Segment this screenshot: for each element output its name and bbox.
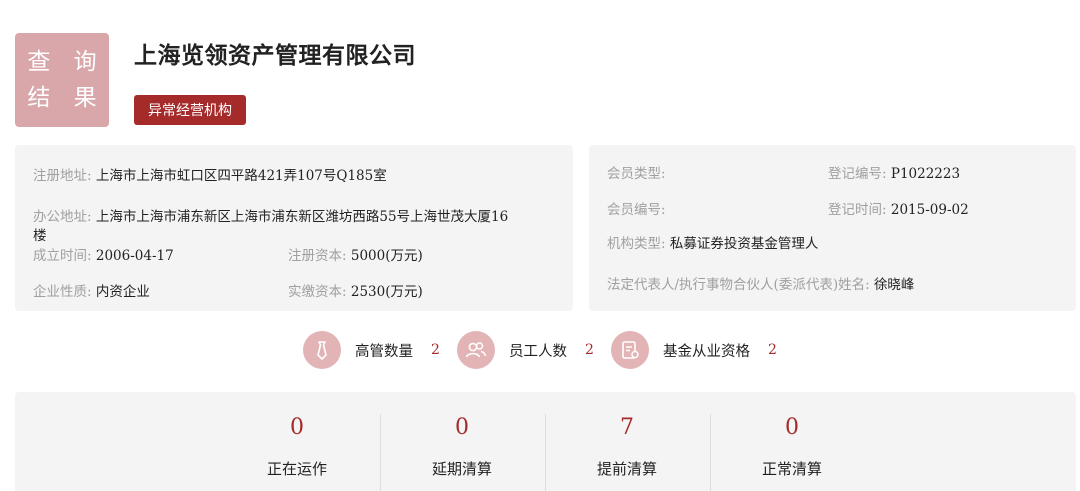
stat-executives-label: 高管数量 bbox=[355, 343, 413, 360]
fund-count-early-value: 7 bbox=[620, 415, 634, 440]
registered-capital-value: 5000(万元) bbox=[350, 248, 423, 264]
enterprise-nature-value: 内资企业 bbox=[95, 284, 150, 300]
fund-status-panel: 0 正在运作 0 延期清算 7 提前清算 0 正常清算 bbox=[15, 392, 1076, 491]
registration-number: 登记编号: P1022223 bbox=[828, 165, 960, 184]
staff-stats-row: 高管数量 2 员工人数 2 基金从业资格 2 bbox=[0, 331, 1080, 371]
registration-date-label: 登记时间: bbox=[828, 202, 887, 218]
company-name: 上海览领资产管理有限公司 bbox=[134, 42, 416, 69]
founded-date-value: 2006-04-17 bbox=[95, 248, 174, 264]
enterprise-nature: 企业性质: 内资企业 bbox=[33, 283, 150, 302]
organization-type-label: 机构类型: bbox=[607, 236, 666, 252]
founded-date: 成立时间: 2006-04-17 bbox=[33, 247, 174, 266]
member-number: 会员编号: bbox=[607, 201, 666, 220]
registration-date: 登记时间: 2015-09-02 bbox=[828, 201, 969, 220]
fund-count-early-label: 提前清算 bbox=[596, 460, 657, 478]
founded-date-label: 成立时间: bbox=[33, 248, 92, 264]
fund-count-normal-label: 正常清算 bbox=[761, 460, 822, 478]
paid-in-capital: 实缴资本: 2530(万元) bbox=[288, 283, 423, 302]
stat-employees-label: 员工人数 bbox=[509, 343, 567, 360]
stat-executives-value: 2 bbox=[431, 342, 440, 358]
registered-capital: 注册资本: 5000(万元) bbox=[288, 247, 423, 266]
organization-type-value: 私募证券投资基金管理人 bbox=[669, 236, 819, 252]
fund-count-operating[interactable]: 0 正在运作 bbox=[215, 414, 379, 479]
registration-number-value: P1022223 bbox=[890, 166, 961, 182]
office-address-value-line1: 上海市上海市浦东新区上海市浦东新区潍坊西路55号上海世茂大厦16 bbox=[95, 209, 509, 225]
tie-icon bbox=[303, 331, 341, 369]
fund-count-early[interactable]: 7 提前清算 bbox=[545, 414, 709, 479]
stat-employees[interactable]: 员工人数 2 bbox=[457, 331, 594, 369]
fund-count-delayed[interactable]: 0 延期清算 bbox=[380, 414, 544, 479]
office-address-value-line2: 楼 bbox=[33, 228, 47, 244]
stat-fund-qualification[interactable]: 基金从业资格 2 bbox=[611, 331, 777, 369]
registered-address: 注册地址: 上海市上海市虹口区四平路421弄107号Q185室 bbox=[33, 167, 387, 186]
registered-address-value: 上海市上海市虹口区四平路421弄107号Q185室 bbox=[95, 168, 387, 184]
fund-count-operating-value: 0 bbox=[290, 415, 304, 440]
registration-date-value: 2015-09-02 bbox=[890, 202, 969, 218]
people-icon bbox=[457, 331, 495, 369]
member-number-label: 会员编号: bbox=[607, 202, 666, 218]
enterprise-nature-label: 企业性质: bbox=[33, 284, 92, 300]
member-type-label: 会员类型: bbox=[607, 166, 666, 182]
stat-fund-qualification-value: 2 bbox=[768, 342, 777, 358]
paid-in-capital-value: 2530(万元) bbox=[350, 284, 423, 300]
company-info-panel: 注册地址: 上海市上海市虹口区四平路421弄107号Q185室 办公地址: 上海… bbox=[15, 145, 573, 311]
office-address: 办公地址: 上海市上海市浦东新区上海市浦东新区潍坊西路55号上海世茂大厦16 楼 bbox=[33, 208, 563, 246]
certificate-icon bbox=[611, 331, 649, 369]
registered-capital-label: 注册资本: bbox=[288, 248, 347, 264]
fund-count-delayed-label: 延期清算 bbox=[431, 460, 492, 478]
legal-representative-value: 徐晓峰 bbox=[873, 277, 915, 293]
fund-count-normal-value: 0 bbox=[785, 415, 799, 440]
registered-address-label: 注册地址: bbox=[33, 168, 92, 184]
fund-count-operating-label: 正在运作 bbox=[266, 460, 327, 478]
fund-count-normal[interactable]: 0 正常清算 bbox=[710, 414, 874, 479]
badge-line-1: 查 询 bbox=[27, 49, 105, 75]
badge-line-2: 结 果 bbox=[27, 85, 105, 111]
legal-representative-label: 法定代表人/执行事物合伙人(委派代表)姓名: bbox=[607, 277, 870, 293]
office-address-label: 办公地址: bbox=[33, 209, 92, 225]
stat-executives[interactable]: 高管数量 2 bbox=[303, 331, 440, 369]
fund-count-delayed-value: 0 bbox=[455, 415, 469, 440]
legal-representative: 法定代表人/执行事物合伙人(委派代表)姓名: 徐晓峰 bbox=[607, 276, 914, 295]
registration-number-label: 登记编号: bbox=[828, 166, 887, 182]
stat-employees-value: 2 bbox=[585, 342, 594, 358]
abnormal-status-tag: 异常经营机构 bbox=[134, 95, 246, 125]
membership-info-panel: 会员类型: 登记编号: P1022223 会员编号: 登记时间: 2015-09… bbox=[589, 145, 1076, 311]
query-result-badge: 查 询 结 果 bbox=[15, 33, 109, 127]
organization-type: 机构类型: 私募证券投资基金管理人 bbox=[607, 235, 818, 254]
stat-fund-qualification-label: 基金从业资格 bbox=[663, 343, 750, 360]
member-type: 会员类型: bbox=[607, 165, 666, 184]
paid-in-capital-label: 实缴资本: bbox=[288, 284, 347, 300]
